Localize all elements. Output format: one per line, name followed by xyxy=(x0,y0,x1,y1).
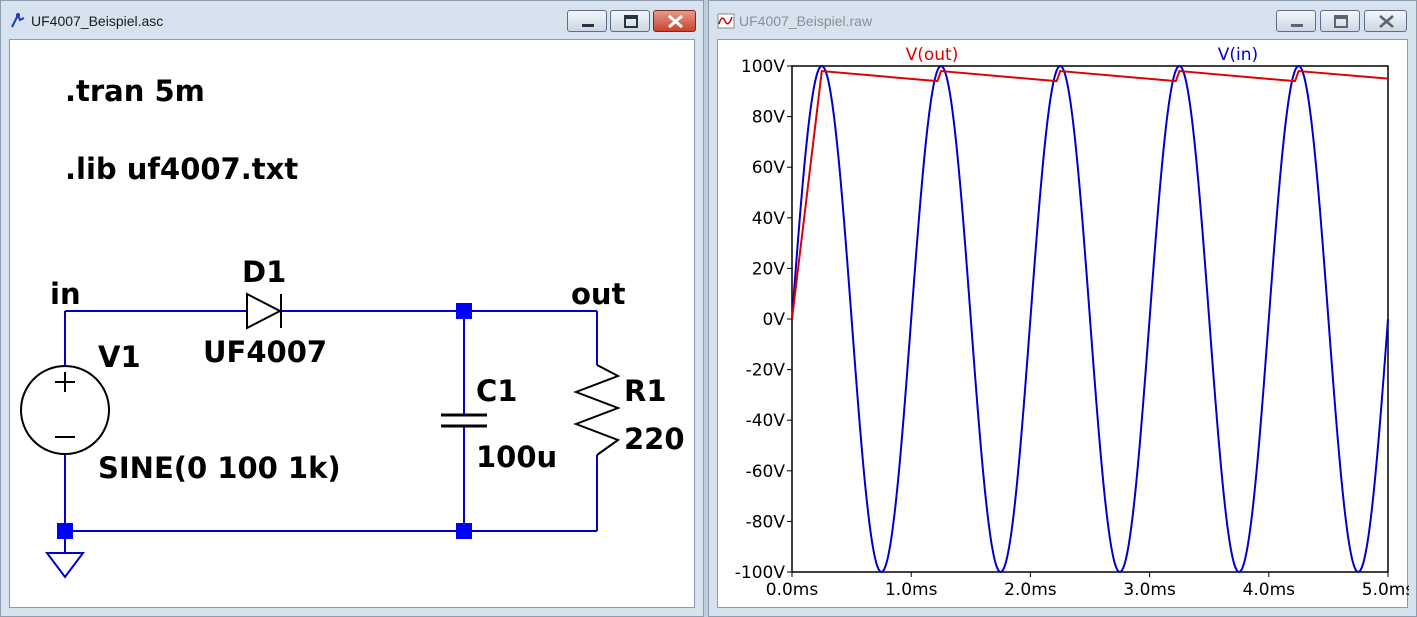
schematic-app-icon xyxy=(11,12,25,28)
schematic-window-title: UF4007_Beispiel.asc xyxy=(31,13,164,29)
series-point-vin xyxy=(1238,571,1241,574)
series-point-vin xyxy=(1118,571,1121,574)
plot-close-button[interactable] xyxy=(1364,10,1407,32)
series-point-vin xyxy=(1059,65,1062,68)
plot-pane[interactable]: 0.0ms 1.0ms 2.0ms 3.0ms 4.0ms 5.0ms 100V 80V 60V… xyxy=(717,39,1409,609)
capacitor-plates-icon xyxy=(441,413,487,428)
junction-node-bottom[interactable] xyxy=(456,523,472,539)
y-tick-label: -100V xyxy=(735,563,786,583)
series-point-vin xyxy=(1387,318,1390,321)
series-point-vin xyxy=(1357,571,1360,574)
minimize-button[interactable] xyxy=(567,10,607,32)
close-button[interactable] xyxy=(653,10,696,32)
y-tick-label: 80V xyxy=(752,108,786,128)
series-point-vin xyxy=(1089,318,1092,321)
plot-window-title: UF4007_Beispiel.raw xyxy=(739,13,873,29)
net-label-out[interactable]: out xyxy=(571,277,626,311)
plot-maximize-button[interactable] xyxy=(1320,10,1360,32)
junction-node-top[interactable] xyxy=(456,303,472,319)
waveform-chart[interactable]: 0.0ms 1.0ms 2.0ms 3.0ms 4.0ms 5.0ms 100V 80V 60V… xyxy=(718,40,1409,609)
ground-icon[interactable] xyxy=(45,552,85,579)
resistor-zigzag-icon xyxy=(573,364,621,456)
series-point-vin xyxy=(999,571,1002,574)
legend-label-vin[interactable]: V(in) xyxy=(1218,45,1258,65)
voltage-source-v1[interactable] xyxy=(20,365,110,455)
diode-name-label[interactable]: D1 xyxy=(242,255,286,289)
y-tick-label: -40V xyxy=(746,411,786,431)
x-tick-label: 0.0ms xyxy=(766,580,819,600)
schematic-window[interactable]: UF4007_Beispiel.asc .tran 5m .lib uf4007… xyxy=(0,0,704,617)
x-tick-label: 5.0ms xyxy=(1362,580,1409,600)
schematic-canvas[interactable]: .tran 5m .lib uf4007.txt V1 SINE(0 100 1… xyxy=(9,39,695,608)
series-point-vin xyxy=(1178,65,1181,68)
schematic-titlebar[interactable]: UF4007_Beispiel.asc xyxy=(1,1,703,39)
close-icon xyxy=(1379,15,1394,28)
wires xyxy=(64,310,598,553)
y-tick-label: 40V xyxy=(752,209,786,229)
diode-triangle-icon xyxy=(246,292,283,330)
series-point-vin xyxy=(850,318,853,321)
series-point-vin xyxy=(880,571,883,574)
resistor-name-label[interactable]: R1 xyxy=(624,374,667,408)
y-tick-label: 60V xyxy=(752,158,786,178)
series-point-vin xyxy=(969,318,972,321)
series-point-vin xyxy=(1297,65,1300,68)
x-tick-label: 2.0ms xyxy=(1004,580,1057,600)
junction-node-ground[interactable] xyxy=(57,523,73,539)
series-point-vin xyxy=(1327,318,1330,321)
x-tick-label: 1.0ms xyxy=(885,580,938,600)
lib-directive[interactable]: .lib uf4007.txt xyxy=(65,152,298,186)
x-tick-label: 3.0ms xyxy=(1123,580,1176,600)
plot-minimize-button[interactable] xyxy=(1276,10,1316,32)
source-name-label[interactable]: V1 xyxy=(98,340,141,374)
diode-value-label[interactable]: UF4007 xyxy=(203,335,327,369)
series-point-vin xyxy=(1208,318,1211,321)
series-point-vin xyxy=(910,318,913,321)
plot-window[interactable]: UF4007_Beispiel.raw 0.0ms 1.0ms 2.0ms 3.0ms… xyxy=(708,0,1417,617)
plus-icon xyxy=(55,372,75,392)
series-point-vin xyxy=(1029,318,1032,321)
maximize-icon xyxy=(1334,15,1348,28)
resistor-value-label[interactable]: 220 xyxy=(624,422,685,456)
plot-titlebar[interactable]: UF4007_Beispiel.raw xyxy=(709,1,1416,39)
series-point-vin xyxy=(1267,318,1270,321)
close-icon xyxy=(668,14,683,29)
capacitor-name-label[interactable]: C1 xyxy=(476,374,517,408)
y-tick-label: -80V xyxy=(746,512,786,532)
x-tick-label: 4.0ms xyxy=(1243,580,1296,600)
tran-directive[interactable]: .tran 5m xyxy=(65,74,205,108)
series-point-vin xyxy=(1148,318,1151,321)
schematic-drawing[interactable]: .tran 5m .lib uf4007.txt V1 SINE(0 100 1… xyxy=(10,40,696,609)
net-label-in[interactable]: in xyxy=(50,277,81,311)
diode-d1[interactable] xyxy=(246,292,283,330)
resistor-r1[interactable] xyxy=(573,364,621,456)
maximize-icon xyxy=(624,15,638,28)
minimize-icon xyxy=(582,24,594,27)
y-tick-label: 0V xyxy=(763,310,786,330)
y-tick-label: -20V xyxy=(746,361,786,381)
y-tick-label: 100V xyxy=(741,57,785,77)
y-tick-label: -60V xyxy=(746,462,786,482)
legend-label-vout[interactable]: V(out) xyxy=(906,45,959,65)
chart-legend[interactable]: V(out) V(in) xyxy=(906,45,1259,65)
capacitor-c1[interactable] xyxy=(441,413,487,428)
maximize-button[interactable] xyxy=(610,10,650,32)
series-point-vin xyxy=(820,65,823,68)
source-value-label[interactable]: SINE(0 100 1k) xyxy=(98,451,341,485)
capacitor-value-label[interactable]: 100u xyxy=(476,440,557,474)
minimize-icon xyxy=(1291,24,1303,27)
waveform-app-icon xyxy=(717,13,735,29)
y-tick-label: 20V xyxy=(752,259,786,279)
